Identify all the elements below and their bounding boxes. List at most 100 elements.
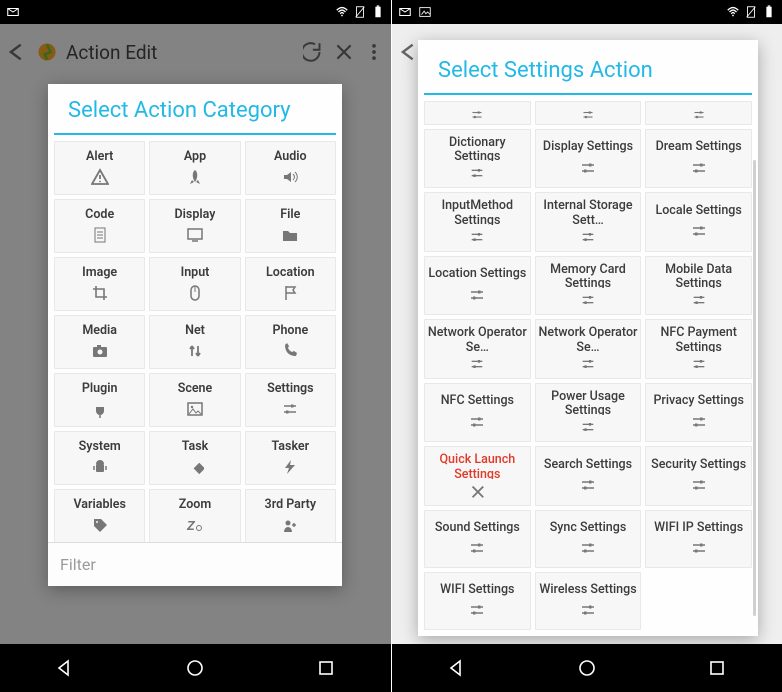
- category-item[interactable]: Task: [149, 431, 240, 485]
- action-item[interactable]: Power Usage Settings: [535, 383, 642, 443]
- action-item[interactable]: WIFI IP Settings: [645, 510, 752, 568]
- item-label: Code: [85, 208, 114, 222]
- category-dialog: Select Action Category AlertAppAudioCode…: [48, 84, 342, 586]
- item-label: File: [280, 208, 300, 222]
- category-item[interactable]: Tasker: [245, 431, 336, 485]
- category-item[interactable]: Display: [149, 199, 240, 253]
- nav-back-icon[interactable]: [446, 657, 468, 679]
- action-item[interactable]: NFC Payment Settings: [645, 319, 752, 379]
- category-item[interactable]: Location: [245, 257, 336, 311]
- item-label: InputMethod Settings: [427, 199, 528, 225]
- action-item[interactable]: Dream Settings: [645, 129, 752, 189]
- item-label: Plugin: [82, 382, 118, 396]
- nav-bar: [392, 644, 782, 692]
- action-item[interactable]: Wireless Settings: [535, 572, 642, 630]
- action-item[interactable]: Dictionary Settings: [424, 129, 531, 189]
- item-label: Settings: [267, 382, 314, 396]
- status-bar: [392, 0, 782, 24]
- nav-recents-icon[interactable]: [706, 657, 728, 679]
- category-item[interactable]: Phone: [245, 315, 336, 369]
- action-item[interactable]: Privacy Settings: [645, 383, 752, 443]
- action-item[interactable]: InputMethod Settings: [424, 192, 531, 252]
- category-item[interactable]: Zoom: [149, 489, 240, 542]
- category-item[interactable]: System: [54, 431, 145, 485]
- action-item[interactable]: Security Settings: [645, 446, 752, 506]
- item-label: Privacy Settings: [653, 394, 743, 408]
- action-item[interactable]: WIFI Settings: [424, 572, 531, 630]
- category-item[interactable]: Net: [149, 315, 240, 369]
- category-item[interactable]: Input: [149, 257, 240, 311]
- category-item[interactable]: Audio: [245, 141, 336, 195]
- status-bar: [0, 0, 391, 24]
- phone-icon: [281, 342, 299, 360]
- item-label: Variables: [73, 498, 125, 512]
- nav-recents-icon[interactable]: [315, 657, 337, 679]
- category-item[interactable]: Code: [54, 199, 145, 253]
- doc-icon: [91, 226, 109, 244]
- item-label: App: [184, 150, 206, 164]
- action-item[interactable]: [535, 101, 642, 125]
- phone-right: A Select Settings Action Dictionary Sett…: [391, 0, 782, 692]
- category-item[interactable]: Variables: [54, 489, 145, 542]
- category-item[interactable]: Scene: [149, 373, 240, 427]
- item-label: Zoom: [179, 498, 211, 512]
- sliders-icon: [690, 356, 708, 372]
- sliders-icon: [579, 108, 597, 122]
- sliders-icon: [579, 476, 597, 494]
- category-item[interactable]: Alert: [54, 141, 145, 195]
- filter-input[interactable]: Filter: [48, 542, 342, 586]
- no-sim-icon: [353, 5, 367, 19]
- action-item[interactable]: [424, 101, 531, 125]
- camera-icon: [91, 342, 109, 360]
- sliders-icon: [690, 159, 708, 177]
- action-item[interactable]: Display Settings: [535, 129, 642, 189]
- item-label: Power Usage Settings: [538, 390, 639, 416]
- sliders-icon: [468, 539, 486, 557]
- tag-icon: [91, 516, 109, 534]
- sliders-icon: [690, 413, 708, 431]
- no-sim-icon: [744, 5, 758, 19]
- category-item[interactable]: File: [245, 199, 336, 253]
- item-label: Quick Launch Settings: [427, 453, 528, 479]
- category-item[interactable]: Image: [54, 257, 145, 311]
- category-item[interactable]: Settings: [245, 373, 336, 427]
- action-item[interactable]: Internal Storage Sett…: [535, 192, 642, 252]
- action-item[interactable]: Sync Settings: [535, 510, 642, 568]
- action-item[interactable]: [645, 101, 752, 125]
- action-item[interactable]: NFC Settings: [424, 383, 531, 443]
- close-icon: [468, 483, 486, 499]
- nav-bar: [0, 644, 391, 692]
- back-icon[interactable]: [398, 41, 420, 63]
- action-item[interactable]: Locale Settings: [645, 192, 752, 252]
- item-label: Display Settings: [543, 140, 633, 154]
- action-item[interactable]: Sound Settings: [424, 510, 531, 568]
- action-item[interactable]: Quick Launch Settings: [424, 446, 531, 506]
- item-label: Image: [82, 266, 117, 280]
- action-item[interactable]: Network Operator Se…: [424, 319, 531, 379]
- action-item[interactable]: Mobile Data Settings: [645, 256, 752, 316]
- sliders-icon: [690, 108, 708, 122]
- wifi-icon: [335, 5, 349, 19]
- category-item[interactable]: 3rd Party: [245, 489, 336, 542]
- category-item[interactable]: Plugin: [54, 373, 145, 427]
- action-item[interactable]: Network Operator Se…: [535, 319, 642, 379]
- photo-icon: [418, 5, 432, 19]
- nav-home-icon[interactable]: [576, 657, 598, 679]
- action-item[interactable]: Memory Card Settings: [535, 256, 642, 316]
- sliders-icon: [579, 292, 597, 308]
- action-item[interactable]: Location Settings: [424, 256, 531, 316]
- category-item[interactable]: Media: [54, 315, 145, 369]
- diamond-icon: [186, 458, 204, 476]
- alert-icon: [91, 168, 109, 186]
- category-item[interactable]: App: [149, 141, 240, 195]
- nav-home-icon[interactable]: [184, 657, 206, 679]
- sliders-icon: [690, 222, 708, 240]
- sliders-icon: [579, 539, 597, 557]
- item-label: Task: [182, 440, 209, 454]
- item-label: Network Operator Se…: [427, 326, 528, 352]
- scrollbar[interactable]: [753, 160, 756, 616]
- action-item[interactable]: Search Settings: [535, 446, 642, 506]
- nav-back-icon[interactable]: [54, 657, 76, 679]
- item-label: Internal Storage Sett…: [538, 199, 639, 225]
- item-label: System: [79, 440, 121, 454]
